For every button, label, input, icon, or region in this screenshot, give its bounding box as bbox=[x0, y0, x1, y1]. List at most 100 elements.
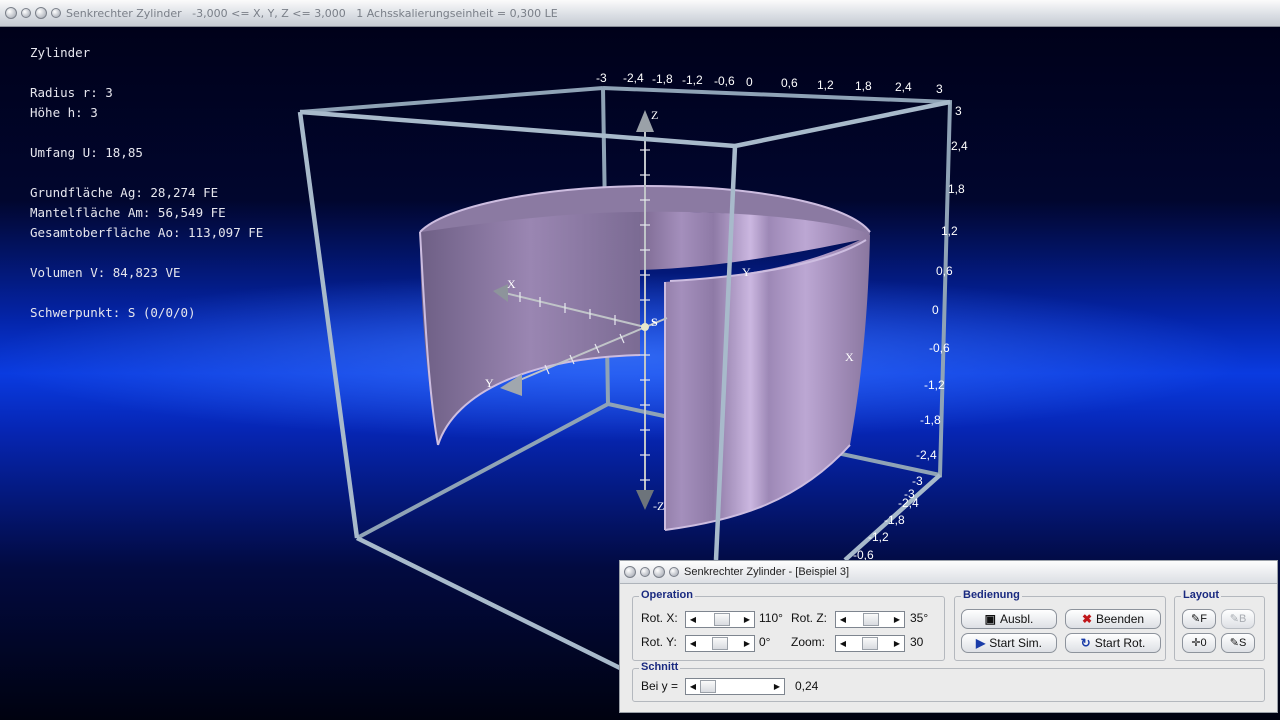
tick-label: 2,4 bbox=[951, 139, 968, 153]
window-menu-icon[interactable] bbox=[624, 566, 636, 578]
tick-label: 1,8 bbox=[948, 182, 965, 196]
slider-right-arrow-icon[interactable]: ▶ bbox=[740, 612, 754, 627]
rot-z-label: Rot. Z: bbox=[791, 611, 828, 625]
rot-x-label: Rot. X: bbox=[641, 611, 678, 625]
operation-group: Operation Rot. X: ◀ ▶ 110° Rot. Z: ◀ ▶ 3… bbox=[632, 589, 945, 661]
slider-thumb[interactable] bbox=[714, 613, 730, 626]
operation-label: Operation bbox=[639, 589, 695, 601]
layout-s-button[interactable]: ✎S bbox=[1221, 633, 1255, 653]
layout-label: Layout bbox=[1181, 589, 1222, 601]
rotate-icon: ↻ bbox=[1080, 636, 1091, 650]
window-title: Senkrechter Zylinder -3,000 <= X, Y, Z <… bbox=[66, 7, 558, 20]
ausbl-button[interactable]: ▣ Ausbl. bbox=[961, 609, 1057, 629]
play-icon: ▶ bbox=[976, 636, 986, 650]
rot-z-slider[interactable]: ◀ ▶ bbox=[835, 611, 905, 628]
rot-z-value: 35° bbox=[910, 611, 929, 625]
layout-b-button[interactable]: ✎B bbox=[1221, 609, 1255, 629]
z-axis-label: Z bbox=[651, 108, 659, 122]
slider-left-arrow-icon[interactable]: ◀ bbox=[686, 612, 700, 627]
slider-left-arrow-icon[interactable]: ◀ bbox=[686, 679, 700, 694]
slider-thumb[interactable] bbox=[700, 680, 716, 693]
rot-x-slider[interactable]: ◀ ▶ bbox=[685, 611, 755, 628]
main-title-bar: Senkrechter Zylinder -3,000 <= X, Y, Z <… bbox=[0, 0, 1280, 27]
schnitt-group: Schnitt Bei y = ◀ ▶ 0,24 bbox=[632, 661, 1265, 702]
schnitt-label: Schnitt bbox=[639, 661, 681, 673]
tick-label: -1,8 bbox=[884, 513, 905, 527]
slider-left-arrow-icon[interactable]: ◀ bbox=[836, 612, 850, 627]
close-icon: ✖ bbox=[1081, 612, 1092, 626]
tick-label: -1,8 bbox=[652, 72, 673, 86]
tick-label: 0,6 bbox=[936, 264, 953, 278]
tick-label: 1,2 bbox=[817, 78, 834, 92]
tick-label: -3 bbox=[596, 71, 607, 85]
slider-left-arrow-icon[interactable]: ◀ bbox=[686, 636, 700, 651]
rot-y-slider[interactable]: ◀ ▶ bbox=[685, 635, 755, 652]
rot-y-value: 0° bbox=[759, 635, 771, 649]
rot-x-value: 110° bbox=[759, 611, 783, 625]
brush-icon: ✎ bbox=[1229, 613, 1239, 625]
start-sim-label: Start Sim. bbox=[989, 636, 1042, 650]
axes-icon: ✛ bbox=[1191, 637, 1201, 649]
tick-label: -1,8 bbox=[920, 413, 941, 427]
brush-icon: ✎ bbox=[1229, 637, 1239, 649]
maximize-icon[interactable] bbox=[653, 566, 665, 578]
y-far-label: Y bbox=[742, 265, 751, 279]
tick-label: 1,2 bbox=[941, 224, 958, 238]
control-window: Senkrechter Zylinder - [Beispiel 3] Oper… bbox=[619, 560, 1278, 713]
start-rot-label: Start Rot. bbox=[1094, 636, 1146, 650]
tick-label: -2,4 bbox=[916, 448, 937, 462]
brush-icon: ✎ bbox=[1191, 613, 1201, 625]
app-icon bbox=[51, 8, 61, 18]
tick-label: 3 bbox=[955, 104, 962, 118]
tick-label: 2,4 bbox=[895, 80, 912, 94]
maximize-icon[interactable] bbox=[35, 7, 47, 19]
slider-right-arrow-icon[interactable]: ▶ bbox=[740, 636, 754, 651]
start-rot-button[interactable]: ↻ Start Rot. bbox=[1065, 633, 1161, 653]
schnitt-y-slider[interactable]: ◀ ▶ bbox=[685, 678, 785, 695]
centroid-label: S bbox=[651, 315, 658, 329]
tick-label: -1,2 bbox=[868, 530, 889, 544]
tick-label: -2,4 bbox=[623, 71, 644, 85]
slider-left-arrow-icon[interactable]: ◀ bbox=[836, 636, 850, 651]
hide-icon: ▣ bbox=[984, 612, 996, 626]
tick-label: -0,6 bbox=[714, 74, 735, 88]
minimize-icon[interactable] bbox=[640, 567, 650, 577]
tick-label: -1,2 bbox=[924, 378, 945, 392]
slider-right-arrow-icon[interactable]: ▶ bbox=[770, 679, 784, 694]
layout-s-label: S bbox=[1238, 637, 1247, 649]
control-title: Senkrechter Zylinder - [Beispiel 3] bbox=[684, 566, 850, 578]
beenden-label: Beenden bbox=[1096, 612, 1145, 626]
layout-0-label: 0 bbox=[1200, 637, 1207, 649]
window-menu-icon[interactable] bbox=[5, 7, 17, 19]
app-icon bbox=[669, 567, 679, 577]
layout-f-label: F bbox=[1200, 613, 1207, 625]
beenden-button[interactable]: ✖ Beenden bbox=[1065, 609, 1161, 629]
rot-y-label: Rot. Y: bbox=[641, 635, 677, 649]
layout-f-button[interactable]: ✎F bbox=[1182, 609, 1216, 629]
zoom-value: 30 bbox=[910, 635, 924, 649]
zoom-label: Zoom: bbox=[791, 635, 826, 649]
start-sim-button[interactable]: ▶ Start Sim. bbox=[961, 633, 1057, 653]
slider-right-arrow-icon[interactable]: ▶ bbox=[890, 612, 904, 627]
schnitt-y-value: 0,24 bbox=[795, 679, 819, 693]
slider-thumb[interactable] bbox=[862, 637, 878, 650]
tick-label: -3 bbox=[912, 474, 923, 488]
neg-z-axis-label: -Z bbox=[653, 499, 665, 513]
tick-label: 0 bbox=[932, 303, 939, 317]
tick-label: 0 bbox=[746, 75, 753, 89]
tick-label: -0,6 bbox=[929, 341, 950, 355]
x-axis-label: X bbox=[507, 277, 516, 291]
tick-label: 1,8 bbox=[855, 79, 872, 93]
y-axis-label: Y bbox=[485, 376, 494, 390]
tick-label: -2,4 bbox=[898, 496, 919, 510]
tick-label: 0,6 bbox=[781, 76, 798, 90]
slider-thumb[interactable] bbox=[712, 637, 728, 650]
minimize-icon[interactable] bbox=[21, 8, 31, 18]
slider-thumb[interactable] bbox=[863, 613, 879, 626]
control-title-bar: Senkrechter Zylinder - [Beispiel 3] bbox=[620, 561, 1277, 584]
bedienung-label: Bedienung bbox=[961, 589, 1022, 601]
zoom-slider[interactable]: ◀ ▶ bbox=[835, 635, 905, 652]
slider-right-arrow-icon[interactable]: ▶ bbox=[890, 636, 904, 651]
ausbl-label: Ausbl. bbox=[999, 612, 1034, 626]
layout-0-button[interactable]: ✛0 bbox=[1182, 633, 1216, 653]
